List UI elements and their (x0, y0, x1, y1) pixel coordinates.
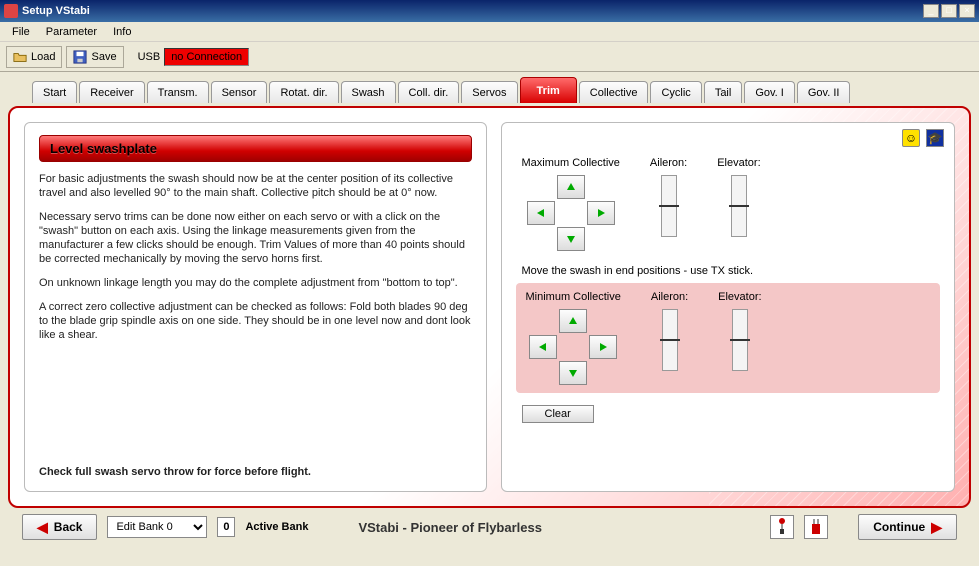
load-label: Load (31, 51, 55, 63)
max-elevator-label: Elevator: (717, 157, 760, 169)
continue-button[interactable]: Continue ▶ (858, 514, 957, 540)
tab-gov1[interactable]: Gov. I (744, 81, 795, 103)
tab-cyclic[interactable]: Cyclic (650, 81, 701, 103)
min-collective-group-wrap: Minimum Collective (516, 283, 941, 393)
max-right-button[interactable] (587, 201, 615, 225)
menu-file[interactable]: File (4, 24, 38, 40)
instructions-p1: For basic adjustments the swash should n… (39, 172, 472, 200)
basic-mode-icon[interactable]: ☺ (902, 129, 920, 147)
active-bank-number: 0 (217, 517, 235, 537)
max-up-button[interactable] (557, 175, 585, 199)
max-down-button[interactable] (557, 227, 585, 251)
trim-controls-box: ☺ 🎓 Maximum Collective (501, 122, 956, 492)
tab-sensor[interactable]: Sensor (211, 81, 268, 103)
tab-collective-dir[interactable]: Coll. dir. (398, 81, 460, 103)
joystick-status-icon[interactable] (770, 515, 794, 539)
bottom-bar: ◀ Back Edit Bank 0 0 Active Bank VStabi … (8, 508, 971, 546)
min-down-button[interactable] (559, 361, 587, 385)
save-label: Save (91, 51, 116, 63)
instructions-warning: Check full swash servo throw for force b… (39, 465, 472, 479)
tabs-row: Start Receiver Transm. Sensor Rotat. dir… (8, 80, 971, 106)
continue-arrow-icon: ▶ (931, 519, 942, 536)
max-elevator-indicator (731, 175, 747, 237)
close-button[interactable]: × (959, 4, 975, 18)
menu-info[interactable]: Info (105, 24, 139, 40)
joystick-icon (775, 518, 789, 536)
min-right-button[interactable] (589, 335, 617, 359)
titlebar: Setup VStabi _ □ × (0, 0, 979, 22)
max-aileron-col: Aileron: (650, 157, 687, 237)
bank-select[interactable]: Edit Bank 0 (107, 516, 207, 538)
instructions-box: Level swashplate For basic adjustments t… (24, 122, 487, 492)
back-label: Back (54, 520, 83, 534)
tab-start[interactable]: Start (32, 81, 77, 103)
max-left-button[interactable] (527, 201, 555, 225)
tab-rotation-dir[interactable]: Rotat. dir. (269, 81, 338, 103)
tab-trim[interactable]: Trim (520, 77, 577, 103)
folder-open-icon (13, 50, 27, 64)
instructions-p3: On unknown linkage length you may do the… (39, 276, 472, 290)
instructions-p2: Necessary servo trims can be done now ei… (39, 210, 472, 266)
tab-receiver[interactable]: Receiver (79, 81, 144, 103)
radio-icon (809, 518, 823, 536)
back-button[interactable]: ◀ Back (22, 514, 97, 540)
max-collective-pad: Maximum Collective (522, 157, 620, 251)
toolbar: Load Save USB no Connection (0, 42, 979, 72)
min-elevator-indicator (732, 309, 748, 371)
min-elevator-label: Elevator: (718, 291, 761, 303)
app-icon (4, 4, 18, 18)
min-collective-group: Minimum Collective (526, 291, 931, 385)
window-title: Setup VStabi (22, 5, 923, 17)
swash-instruction: Move the swash in end positions - use TX… (522, 265, 935, 277)
min-aileron-indicator (662, 309, 678, 371)
tab-gov2[interactable]: Gov. II (797, 81, 851, 103)
max-elevator-col: Elevator: (717, 157, 760, 237)
maximize-button[interactable]: □ (941, 4, 957, 18)
min-aileron-label: Aileron: (651, 291, 688, 303)
tab-swash[interactable]: Swash (341, 81, 396, 103)
tab-tail[interactable]: Tail (704, 81, 743, 103)
max-aileron-label: Aileron: (650, 157, 687, 169)
max-collective-label: Maximum Collective (522, 157, 620, 169)
brand-text: VStabi - Pioneer of Flybarless (358, 520, 542, 535)
min-left-button[interactable] (529, 335, 557, 359)
content-panel: Level swashplate For basic adjustments t… (8, 106, 971, 508)
max-collective-group: Maximum Collective Aileron: (512, 151, 945, 257)
usb-label: USB (138, 51, 161, 63)
menu-parameter[interactable]: Parameter (38, 24, 105, 40)
min-up-button[interactable] (559, 309, 587, 333)
tab-collective[interactable]: Collective (579, 81, 649, 103)
clear-button[interactable]: Clear (522, 405, 594, 423)
continue-label: Continue (873, 520, 925, 534)
mode-icons: ☺ 🎓 (902, 129, 944, 147)
load-button[interactable]: Load (6, 46, 62, 68)
min-aileron-col: Aileron: (651, 291, 688, 371)
window-controls: _ □ × (923, 4, 975, 18)
max-dpad (527, 175, 615, 251)
min-dpad (529, 309, 617, 385)
floppy-icon (73, 50, 87, 64)
back-arrow-icon: ◀ (37, 519, 48, 536)
main-area: Start Receiver Transm. Sensor Rotat. dir… (0, 72, 979, 554)
tab-servos[interactable]: Servos (461, 81, 517, 103)
minimize-button[interactable]: _ (923, 4, 939, 18)
min-elevator-col: Elevator: (718, 291, 761, 371)
radio-status-icon[interactable] (804, 515, 828, 539)
active-bank-label: Active Bank (245, 521, 308, 533)
min-collective-pad: Minimum Collective (526, 291, 621, 385)
max-aileron-indicator (661, 175, 677, 237)
tab-transmitter[interactable]: Transm. (147, 81, 209, 103)
save-button[interactable]: Save (66, 46, 123, 68)
instructions-title: Level swashplate (39, 135, 472, 162)
instructions-p4: A correct zero collective adjustment can… (39, 300, 472, 342)
menubar: File Parameter Info (0, 22, 979, 42)
usb-status: no Connection (164, 48, 249, 66)
min-collective-label: Minimum Collective (526, 291, 621, 303)
expert-mode-icon[interactable]: 🎓 (926, 129, 944, 147)
